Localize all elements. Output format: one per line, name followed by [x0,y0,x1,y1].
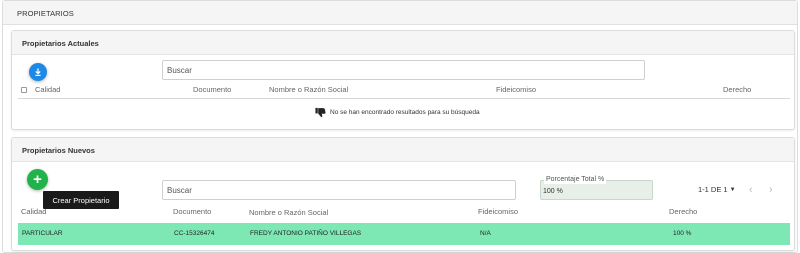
percentage-total-value: 100 % [543,188,563,195]
owners-panel-header: PROPIETARIOS [3,1,797,25]
cell-derecho: 100 % [673,230,692,237]
new-owners-search-input[interactable] [162,180,516,200]
plus-icon: + [33,171,42,188]
cell-calidad: PARTICULAR [22,230,63,237]
current-owners-search-input[interactable] [162,60,645,80]
pagination-selector[interactable]: 1-1 DE 1 ▼ [698,185,736,194]
column-header-fideicomiso[interactable]: Fideicomiso [496,85,536,94]
percentage-total-label: Porcentaje Total % [544,175,607,184]
new-owners-header: Propietarios Nuevos [12,138,794,162]
current-owners-header: Propietarios Actuales [12,31,794,55]
column-header-fideicomiso[interactable]: Fideicomiso [478,207,518,216]
cell-nombre: FREDY ANTONIO PATIÑO VILLEGAS [250,230,362,237]
table-row[interactable]: PARTICULAR CC-15326474 FREDY ANTONIO PAT… [18,223,790,245]
new-owners-card: Propietarios Nuevos + Porcentaje Total %… [11,137,795,251]
thumbs-down-icon [315,107,326,118]
empty-state: No se han encontrado resultados para su … [315,107,480,118]
pagination-label: 1-1 DE 1 [698,185,728,194]
empty-message: No se han encontrado resultados para su … [330,109,480,116]
owners-panel: PROPIETARIOS Propietarios Actuales Calid… [2,0,798,253]
current-owners-card: Propietarios Actuales Calidad Documento … [11,30,795,130]
download-icon [35,68,41,76]
download-button[interactable] [29,63,47,81]
cell-documento: CC-15326474 [174,230,215,237]
table-header-divider [18,98,790,99]
select-all-checkbox[interactable] [21,87,27,93]
column-header-documento[interactable]: Documento [193,85,231,94]
chevron-left-icon[interactable]: ‹ [749,184,753,196]
column-header-derecho[interactable]: Derecho [723,85,751,94]
column-header-calidad[interactable]: Calidad [35,85,60,94]
column-header-derecho[interactable]: Derecho [669,207,697,216]
chevron-right-icon[interactable]: › [769,184,773,196]
cell-fideicomiso: N/A [480,230,491,237]
current-owners-title: Propietarios Actuales [22,39,99,48]
column-header-nombre[interactable]: Nombre o Razón Social [249,208,328,217]
page-title: PROPIETARIOS [17,9,74,18]
caret-down-icon: ▼ [729,186,736,193]
add-owner-button[interactable]: + [27,169,48,190]
new-owners-title: Propietarios Nuevos [22,146,95,155]
column-header-documento[interactable]: Documento [173,207,211,216]
column-header-nombre[interactable]: Nombre o Razón Social [269,85,348,94]
add-owner-tooltip: Crear Propietario [43,191,119,209]
